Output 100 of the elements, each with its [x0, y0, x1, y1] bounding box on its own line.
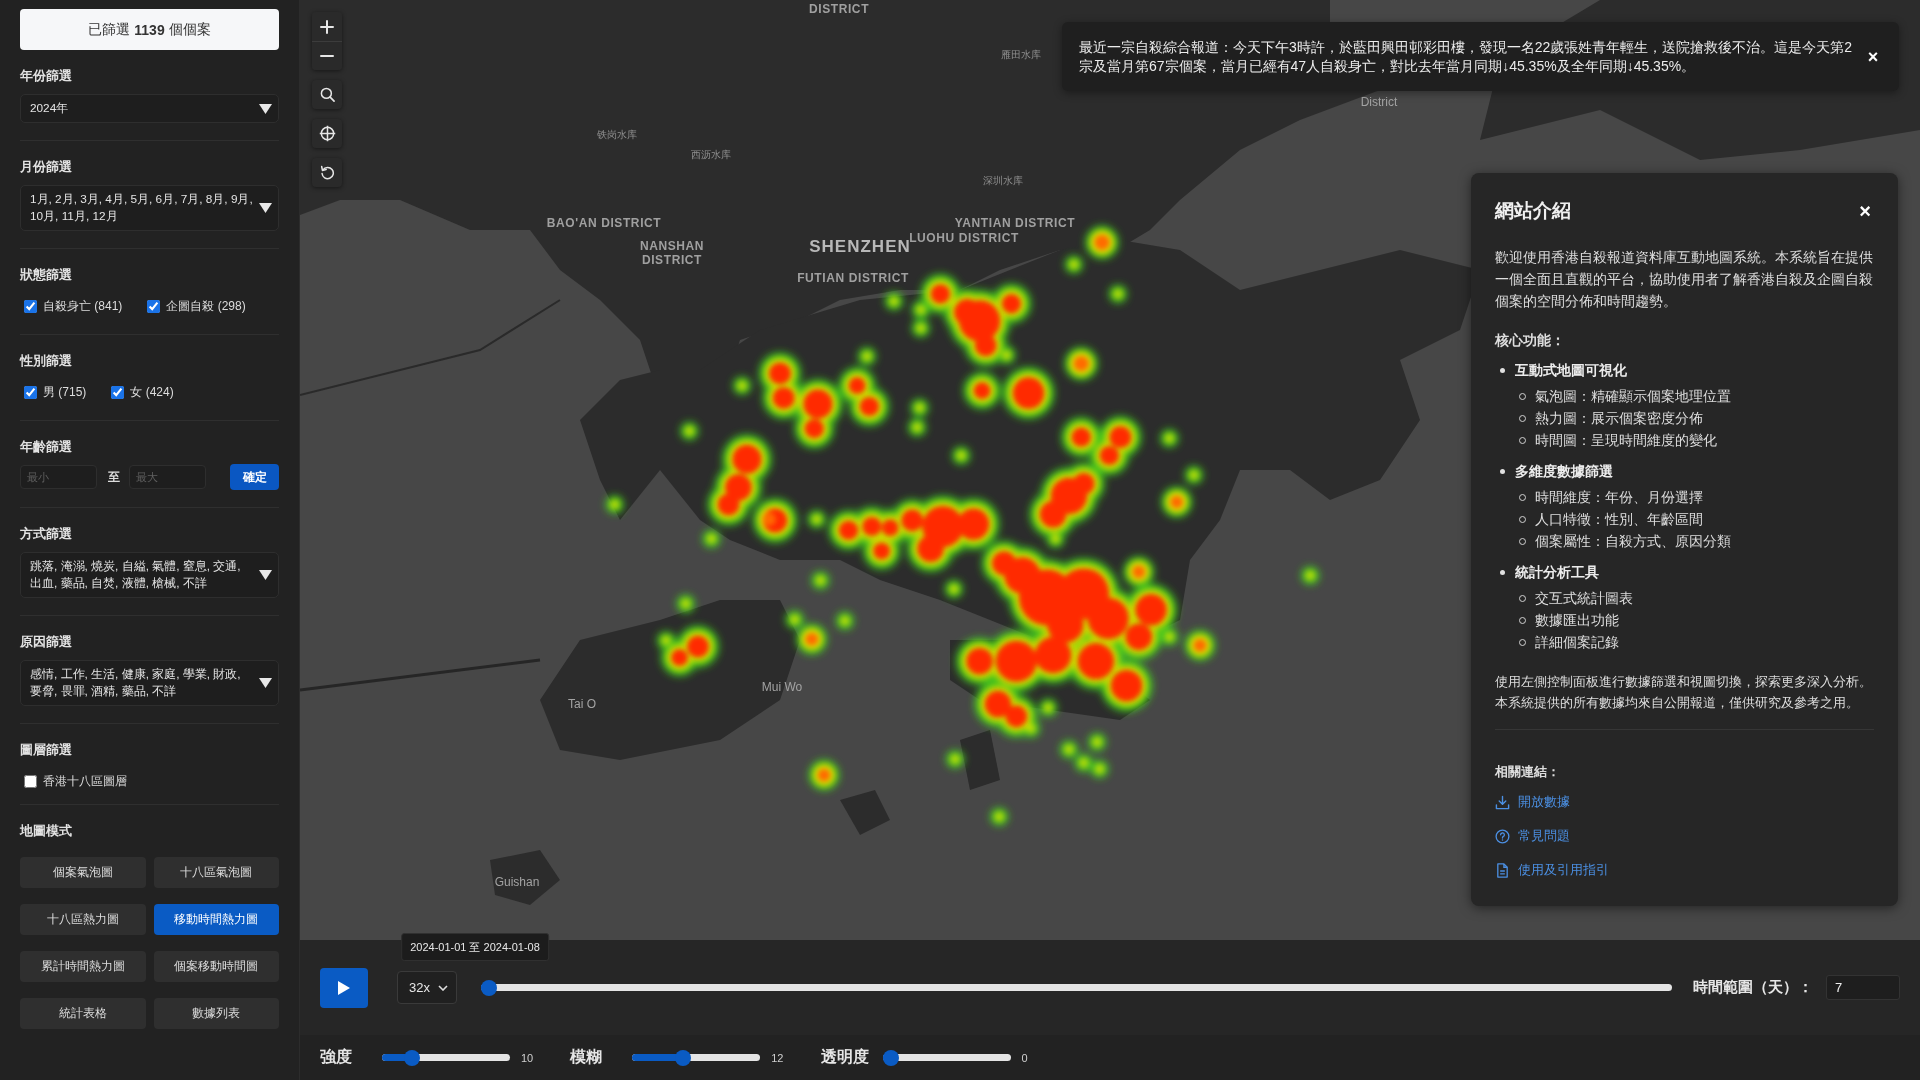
map-label: LUOHU DISTRICT [909, 231, 1019, 245]
range-slider[interactable] [632, 1049, 761, 1066]
range-slider[interactable] [882, 1049, 1011, 1066]
close-button[interactable]: × [1858, 201, 1872, 221]
zoom-in-button[interactable] [312, 12, 342, 41]
map-label: 铁岗水库 [597, 128, 637, 142]
checkbox[interactable] [24, 385, 37, 399]
link[interactable]: 使用及引用指引 [1495, 859, 1609, 881]
feature-title: 互動式地圖可視化 [1515, 361, 1627, 380]
reset-view-button[interactable] [312, 158, 342, 187]
intro-text: 歡迎使用香港自殺報道資料庫互動地圖系統。本系統旨在提供一個全面且直觀的平台，協助使用者了解香港自殺及企圖自殺個案的空間分佈和時間趨勢。 [1495, 248, 1874, 311]
dropdown[interactable]: 2024年 [20, 94, 279, 123]
panel-title: 網站介紹 [1495, 199, 1571, 223]
slider-label: 透明度 [820, 1047, 870, 1067]
map-mode-button[interactable]: 十八區氣泡圖 [153, 857, 279, 888]
link[interactable]: 常見問題 [1495, 825, 1570, 847]
checkbox[interactable] [111, 385, 125, 399]
slider-thumb[interactable] [481, 979, 497, 996]
subheading: 核心功能： [1495, 331, 1565, 350]
notification-text: 最近一宗自殺綜合報道：今天下午3時許，於藍田興田邨彩田樓，發現一名22歲張姓青年輕生，送院搶救後不治。這是今天第2宗及當月第67宗個案，當月已經有47人自殺身亡，對比去年當月同期↓45.35%及全年同期↓45.35%。 [1079, 38, 1854, 76]
map-mode-button[interactable]: 個案氣泡圖 [20, 857, 146, 888]
map-label: DISTRICT [808, 2, 870, 16]
slider-value: 12 [771, 1051, 784, 1064]
slider-thumb[interactable] [404, 1049, 421, 1066]
section-title: 原因篩選 [20, 633, 72, 651]
case-count: 已篩選 1139 個個案 [20, 9, 279, 50]
feature-item: 個案屬性：自殺方式、原因分類 [1535, 532, 1731, 551]
locate-button[interactable] [312, 119, 342, 148]
landmass [840, 790, 890, 835]
minus-icon [320, 55, 334, 57]
caret-icon [259, 103, 272, 114]
play-button[interactable] [320, 967, 368, 1008]
feature-item: 熱力圖：展示個案密度分佈 [1535, 409, 1703, 428]
play-icon [338, 980, 350, 995]
feature-title: 統計分析工具 [1515, 563, 1599, 582]
close-button[interactable]: × [1865, 47, 1881, 67]
dropdown[interactable]: 跳落, 淹溺, 燒炭, 自縊, 氣體, 窒息, 交通, 出血, 藥品, 自焚, 液體, 槍械, 不詳 [20, 552, 279, 598]
dropdown[interactable]: 感情, 工作, 生活, 健康, 家庭, 學業, 財政, 要脅, 畏罪, 酒精, 藥品, 不詳 [20, 660, 279, 706]
slider-thumb[interactable] [674, 1049, 691, 1066]
chevron-down-icon [438, 984, 448, 991]
map-mode-button[interactable]: 累計時間熱力圖 [20, 951, 146, 982]
map-mode-button[interactable]: 數據列表 [153, 998, 279, 1029]
slider-label: 強度 [320, 1047, 353, 1067]
map-label: BAO'AN DISTRICT [546, 216, 662, 230]
checkbox[interactable] [24, 774, 37, 788]
map-mode-button[interactable]: 統計表格 [20, 998, 146, 1029]
slider-thumb[interactable] [882, 1049, 899, 1066]
date-range-tooltip: 2024-01-01 至 2024-01-08 [401, 932, 549, 961]
slider-label: 模糊 [570, 1047, 604, 1067]
landmass [960, 730, 1000, 790]
map-label: Guishan [494, 875, 540, 889]
document-icon [1495, 862, 1510, 878]
checkbox[interactable] [24, 299, 37, 313]
footer-note: 使用左側控制面板進行數據篩選和視圖切換，探索更多深入分析。 [1495, 673, 1873, 691]
map-mode-button[interactable]: 十八區熱力圖 [20, 904, 146, 935]
link[interactable]: 開放數據 [1495, 791, 1570, 813]
dropdown[interactable]: 1月, 2月, 3月, 4月, 5月, 6月, 7月, 8月, 9月, 10月, 11月, 12月 [20, 185, 279, 231]
download-icon [1495, 794, 1510, 810]
zoom-out-button[interactable] [312, 41, 342, 70]
checkbox-label: 自殺身亡 (841) [43, 297, 123, 315]
feature-item: 數據匯出功能 [1535, 611, 1619, 630]
landmass [490, 850, 560, 905]
section-title: 狀態篩選 [20, 266, 72, 284]
footer-note: 本系統提供的所有數據均來自公開報道，僅供研究及參考之用。 [1495, 694, 1860, 712]
confirm-button[interactable]: 確定 [230, 464, 279, 490]
checkbox-label: 女 (424) [130, 383, 174, 401]
checkbox[interactable] [147, 299, 161, 313]
map-label: SHENZHEN [809, 236, 911, 256]
speed-select[interactable]: 32x [397, 971, 457, 1004]
timeline-slider[interactable] [481, 979, 1672, 996]
caret-icon [259, 678, 272, 688]
bullet-icon [1500, 569, 1505, 575]
map-label: Tai O [568, 697, 596, 711]
map-label: 雁田水库 [1001, 48, 1041, 62]
circular-arrow-icon [319, 165, 335, 180]
plus-icon [320, 19, 334, 34]
map-mode-button[interactable]: 個案移動時間圖 [153, 951, 279, 982]
range-slider[interactable] [382, 1049, 510, 1066]
range-separator: 至 [108, 468, 120, 486]
map-label: District [1360, 95, 1398, 109]
search-button[interactable] [312, 80, 342, 109]
feature-title: 多維度數據篩選 [1515, 462, 1613, 481]
map-label: NANSHAN DISTRICT [638, 239, 706, 267]
section-title: 性別篩選 [20, 352, 72, 370]
caret-icon [259, 570, 272, 580]
section-title: 地圖模式 [20, 822, 72, 840]
map-label: 西沥水库 [691, 148, 731, 162]
section-title: 圖層篩選 [20, 741, 72, 759]
slider-value: 10 [521, 1051, 534, 1064]
section-title: 年齡篩選 [20, 438, 72, 456]
caret-icon [259, 203, 272, 213]
feature-item: 人口特徵：性別、年齡區間 [1535, 510, 1703, 529]
checkbox-label: 香港十八區圖層 [43, 772, 127, 790]
search-icon [319, 87, 335, 102]
days-label: 時間範圍（天）： [1693, 978, 1813, 997]
map-mode-button[interactable]: 移動時間熱力圖 [153, 904, 279, 935]
crosshair-icon [318, 125, 336, 142]
question-circle-icon [1495, 828, 1510, 844]
days-field[interactable]: 7 [1826, 975, 1900, 1000]
section-title: 月份篩選 [20, 158, 72, 176]
